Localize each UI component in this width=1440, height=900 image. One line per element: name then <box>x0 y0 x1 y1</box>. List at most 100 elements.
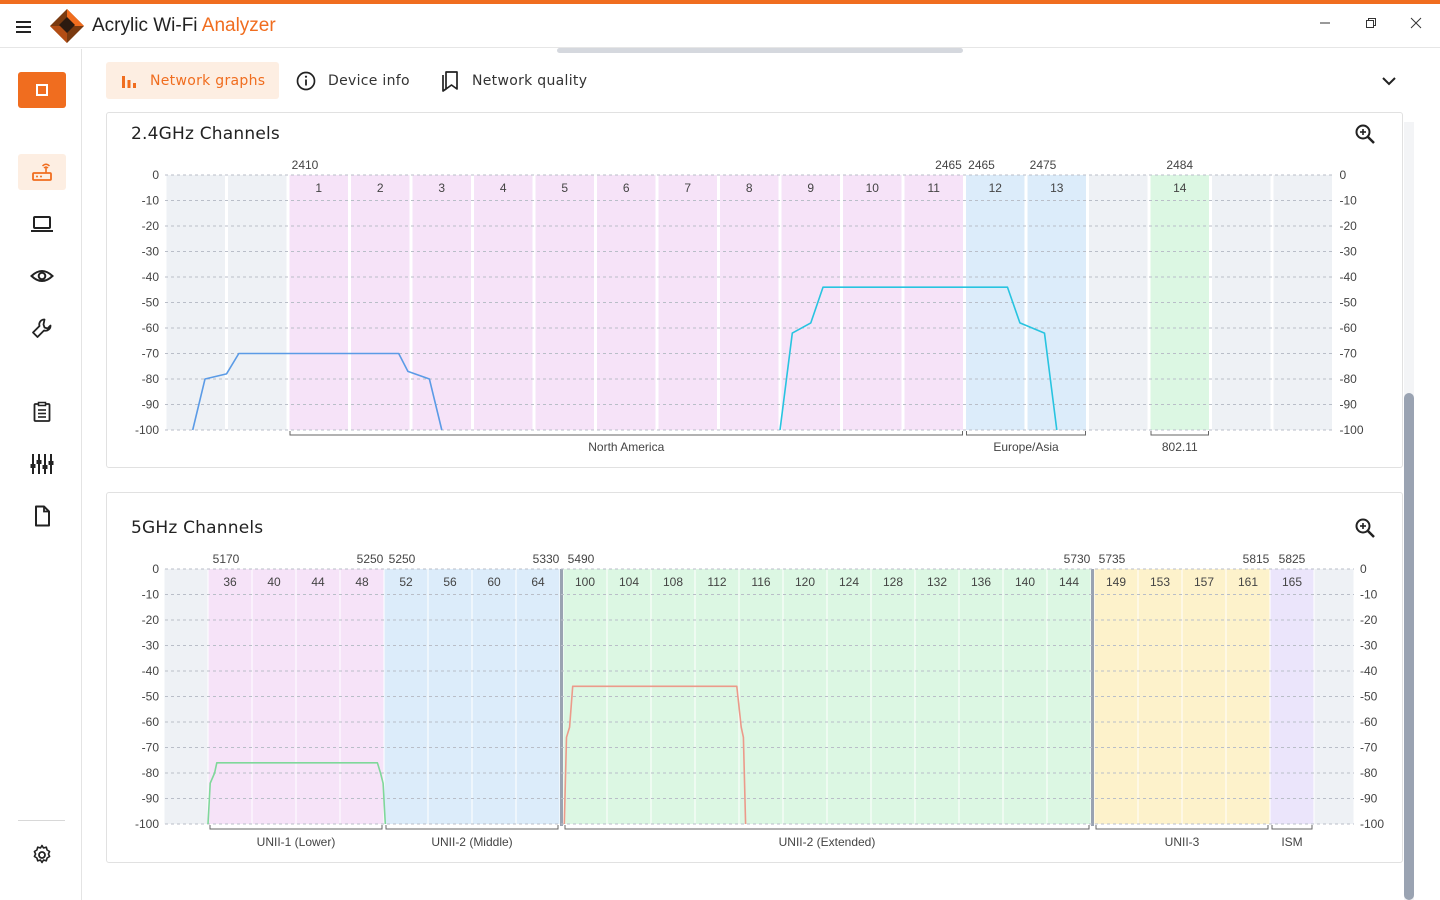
info-icon <box>296 71 316 90</box>
region-label: UNII-1 (Lower) <box>257 835 336 849</box>
minimize-button[interactable] <box>1310 12 1340 38</box>
y-tick-label-right: -30 <box>1360 639 1378 653</box>
region-label: UNII-2 (Extended) <box>779 835 876 849</box>
channel-label: 112 <box>707 575 726 589</box>
region-label: 802.11 <box>1162 440 1198 454</box>
y-tick-label-right: -100 <box>1360 817 1384 831</box>
stop-capture-button[interactable] <box>18 72 66 108</box>
y-tick-label-right: -10 <box>1360 588 1378 602</box>
sidebar-item-tools[interactable] <box>18 310 66 346</box>
restore-button[interactable] <box>1356 12 1386 38</box>
y-tick-label-left: -20 <box>142 613 160 627</box>
region-bracket <box>289 431 963 436</box>
y-tick-label-right: -70 <box>1360 741 1378 755</box>
sidebar-item-networks[interactable] <box>18 154 66 190</box>
channel-label: 14 <box>1173 181 1187 195</box>
frequency-label: 5170 <box>213 552 240 566</box>
gear-icon <box>33 844 51 864</box>
y-tick-label-left: -70 <box>142 347 160 361</box>
y-tick-label-right: -50 <box>1340 296 1358 310</box>
region-label: ISM <box>1281 835 1302 849</box>
frequency-label: 2410 <box>292 158 319 172</box>
sidebar-item-reports[interactable] <box>18 394 66 430</box>
y-tick-label-right: -60 <box>1340 321 1358 335</box>
region-label: North America <box>588 440 664 454</box>
channel-label: 165 <box>1282 575 1302 589</box>
y-tick-label-right: -20 <box>1340 219 1358 233</box>
sidebar-item-equalizer[interactable] <box>18 446 66 482</box>
channel-label: 144 <box>1059 575 1079 589</box>
channel-label: 10 <box>866 181 880 195</box>
y-tick-label-right: -40 <box>1340 270 1358 284</box>
hamburger-menu-icon[interactable] <box>16 18 38 36</box>
channel-label: 48 <box>355 575 369 589</box>
y-tick-label-right: -100 <box>1340 423 1364 437</box>
horizontal-scrollbar[interactable] <box>557 48 963 53</box>
y-tick-label-right: -60 <box>1360 715 1378 729</box>
channel-label: 6 <box>623 181 630 195</box>
channel-label: 149 <box>1106 575 1126 589</box>
channel-label: 140 <box>1015 575 1035 589</box>
close-button[interactable] <box>1401 12 1431 38</box>
channel-label: 9 <box>807 181 814 195</box>
tab-device-info[interactable]: Device info <box>282 62 424 99</box>
region-bracket <box>209 825 383 830</box>
tab-network-quality[interactable]: Network quality <box>426 62 601 99</box>
y-tick-label-right: -10 <box>1340 194 1358 208</box>
wrench-icon <box>32 318 52 338</box>
clipboard-icon <box>33 401 51 422</box>
y-tick-label-right: -40 <box>1360 664 1378 678</box>
y-tick-label-left: -20 <box>142 219 160 233</box>
sidebar-item-devices[interactable] <box>18 206 66 242</box>
channel-label: 157 <box>1194 575 1214 589</box>
tab-label: Network graphs <box>150 72 266 89</box>
router-icon <box>32 163 52 181</box>
eye-icon <box>30 270 54 282</box>
y-tick-label-left: -90 <box>142 792 160 806</box>
chart-24ghz: 0 0 -10 -10 -20 -20 -30 -30 -40 -40 -50 -50 -60 -60 -7… <box>135 158 1364 454</box>
sidebar-item-files[interactable] <box>18 498 66 534</box>
channel-label: 108 <box>663 575 683 589</box>
channel-label: 153 <box>1150 575 1170 589</box>
channel-label: 124 <box>839 575 859 589</box>
channel-label: 2 <box>377 181 384 195</box>
channel-label: 44 <box>311 575 325 589</box>
frequency-label: 5735 <box>1099 552 1126 566</box>
stop-square-icon <box>36 84 48 96</box>
y-tick-label-left: -60 <box>142 715 160 729</box>
frequency-label: 5330 <box>533 552 560 566</box>
title-bar: Acrylic Wi-Fi Analyzer <box>0 4 1440 48</box>
y-tick-label-left: 0 <box>152 168 159 182</box>
y-tick-label-left: 0 <box>152 562 159 576</box>
y-tick-label-left: -100 <box>135 423 159 437</box>
y-tick-label-left: -50 <box>142 690 160 704</box>
tab-label: Device info <box>328 72 410 89</box>
channel-label: 136 <box>971 575 991 589</box>
chevron-down-icon[interactable] <box>1378 70 1400 92</box>
y-tick-label-left: -100 <box>135 817 159 831</box>
sidebar-item-monitor[interactable] <box>18 258 66 294</box>
y-tick-label-right: -20 <box>1360 613 1378 627</box>
frequency-label: 5490 <box>568 552 595 566</box>
y-tick-label-right: 0 <box>1340 168 1347 182</box>
region-bracket <box>385 825 559 830</box>
sidebar-item-settings[interactable] <box>18 837 66 873</box>
channel-label: 8 <box>746 181 753 195</box>
app-title-accent: Analyzer <box>201 15 276 36</box>
channel-label: 1 <box>315 181 322 195</box>
channel-label: 104 <box>619 575 639 589</box>
frequency-label: 2475 <box>1030 158 1057 172</box>
sidebar-divider <box>18 820 65 821</box>
app-logo-icon <box>50 9 84 43</box>
region-bracket <box>1271 825 1313 830</box>
frequency-label: 2465 <box>968 158 995 172</box>
frequency-label: 5730 <box>1064 552 1091 566</box>
region-label: UNII-2 (Middle) <box>431 835 512 849</box>
y-tick-label-left: -80 <box>142 766 160 780</box>
y-tick-label-left: -70 <box>142 741 160 755</box>
tab-network-graphs[interactable]: Network graphs <box>106 62 280 99</box>
bookmark-icon <box>442 70 458 92</box>
vertical-scrollbar-thumb[interactable] <box>1404 393 1414 900</box>
y-tick-label-right: 0 <box>1360 562 1367 576</box>
y-tick-label-left: -90 <box>142 398 160 412</box>
